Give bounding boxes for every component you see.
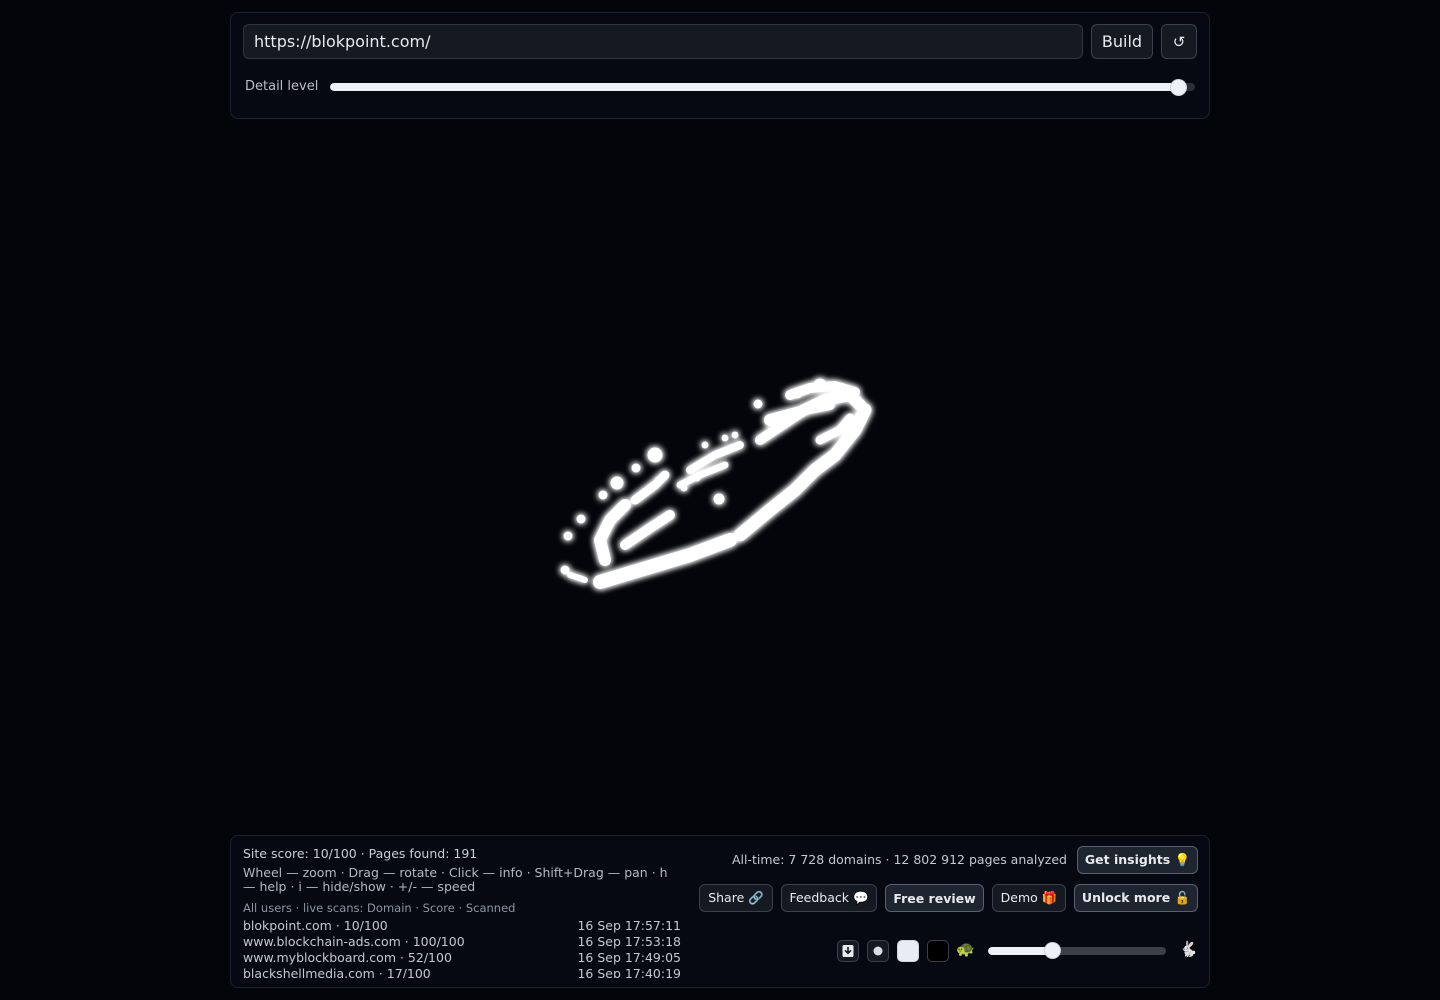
page-node (693, 474, 701, 482)
reload-button[interactable]: ↺ (1161, 24, 1197, 59)
feedback-button[interactable]: Feedback 💬 (781, 884, 877, 912)
scan-time: 16 Sep 17:53:18 (577, 934, 681, 949)
page-node (731, 431, 739, 439)
list-item[interactable]: www.blockchain-ads.com · 100/100 16 Sep … (243, 934, 681, 950)
speed-fill (988, 947, 1053, 955)
speed-thumb[interactable] (1045, 943, 1061, 958)
get-insights-button[interactable]: Get insights 💡 (1077, 846, 1198, 874)
page-node (563, 531, 573, 541)
page-node (813, 378, 827, 392)
page-node (598, 490, 608, 500)
scan-time: 16 Sep 17:57:11 (577, 918, 681, 933)
page-node (721, 434, 729, 442)
site-graph-canvas[interactable] (230, 130, 1210, 830)
scan-domain: www.blockchain-ads.com · 100/100 (243, 934, 465, 949)
page-node-cluster (567, 572, 588, 583)
detail-level-thumb[interactable] (1170, 80, 1186, 95)
share-button[interactable]: Share 🔗 (699, 884, 773, 912)
page-node-cluster (620, 510, 675, 550)
list-item[interactable]: www.myblockboard.com · 52/100 16 Sep 17:… (243, 950, 681, 966)
page-node (631, 463, 641, 473)
turtle-icon: 🐢 (956, 940, 975, 958)
detail-level-label: Detail level (245, 79, 319, 94)
scan-time: 16 Sep 17:40:19 (577, 966, 681, 978)
bottom-panel: Site score: 10/100 · Pages found: 191 Wh… (230, 835, 1210, 988)
page-node (647, 447, 663, 463)
detail-level-fill (330, 83, 1178, 91)
scan-domain: www.myblockboard.com · 52/100 (243, 950, 452, 965)
detail-level-slider[interactable] (330, 83, 1195, 91)
page-node-cluster (594, 499, 631, 566)
live-scans-header: All users · live scans: Domain · Score ·… (243, 901, 516, 915)
url-input[interactable] (243, 24, 1083, 59)
point-mode-button[interactable] (867, 940, 889, 962)
scan-time: 16 Sep 17:49:05 (577, 950, 681, 965)
reload-icon: ↺ (1172, 32, 1186, 51)
dark-theme-button[interactable] (927, 940, 949, 962)
free-review-button[interactable]: Free review (885, 884, 984, 912)
page-node (753, 399, 763, 409)
speed-slider[interactable] (988, 947, 1166, 955)
scan-domain: blokpoint.com · 10/100 (243, 918, 388, 933)
live-scans-list: blokpoint.com · 10/100 16 Sep 17:57:11 w… (243, 918, 681, 978)
build-button[interactable]: Build (1091, 24, 1153, 59)
unlock-more-button[interactable]: Unlock more 🔓 (1074, 884, 1198, 912)
page-node-cloud (560, 378, 872, 589)
dot-icon (873, 946, 883, 956)
all-time-stats: All-time: 7 728 domains · 12 802 912 pag… (732, 852, 1067, 867)
page-node (680, 484, 688, 492)
rabbit-icon: 🐇 (1179, 940, 1198, 958)
download-button[interactable] (837, 940, 859, 962)
demo-button[interactable]: Demo 🎁 (992, 884, 1066, 912)
page-node (576, 514, 586, 524)
page-node-cluster (593, 533, 737, 589)
page-node (654, 476, 662, 484)
list-item[interactable]: blokpoint.com · 10/100 16 Sep 17:57:11 (243, 918, 681, 934)
page-node (701, 441, 709, 449)
site-visualization[interactable] (230, 130, 1210, 830)
light-theme-button[interactable] (897, 940, 919, 962)
page-node (713, 493, 725, 505)
top-panel: Build ↺ Detail level (230, 12, 1210, 119)
list-item[interactable]: blackshellmedia.com · 17/100 16 Sep 17:4… (243, 966, 681, 978)
page-node (560, 565, 570, 575)
download-icon (842, 945, 854, 957)
scan-domain: blackshellmedia.com · 17/100 (243, 966, 431, 978)
page-node (791, 387, 803, 399)
page-node (610, 476, 624, 490)
site-score-line: Site score: 10/100 · Pages found: 191 (243, 846, 478, 861)
help-text: Wheel — zoom · Drag — rotate · Click — i… (243, 865, 668, 894)
